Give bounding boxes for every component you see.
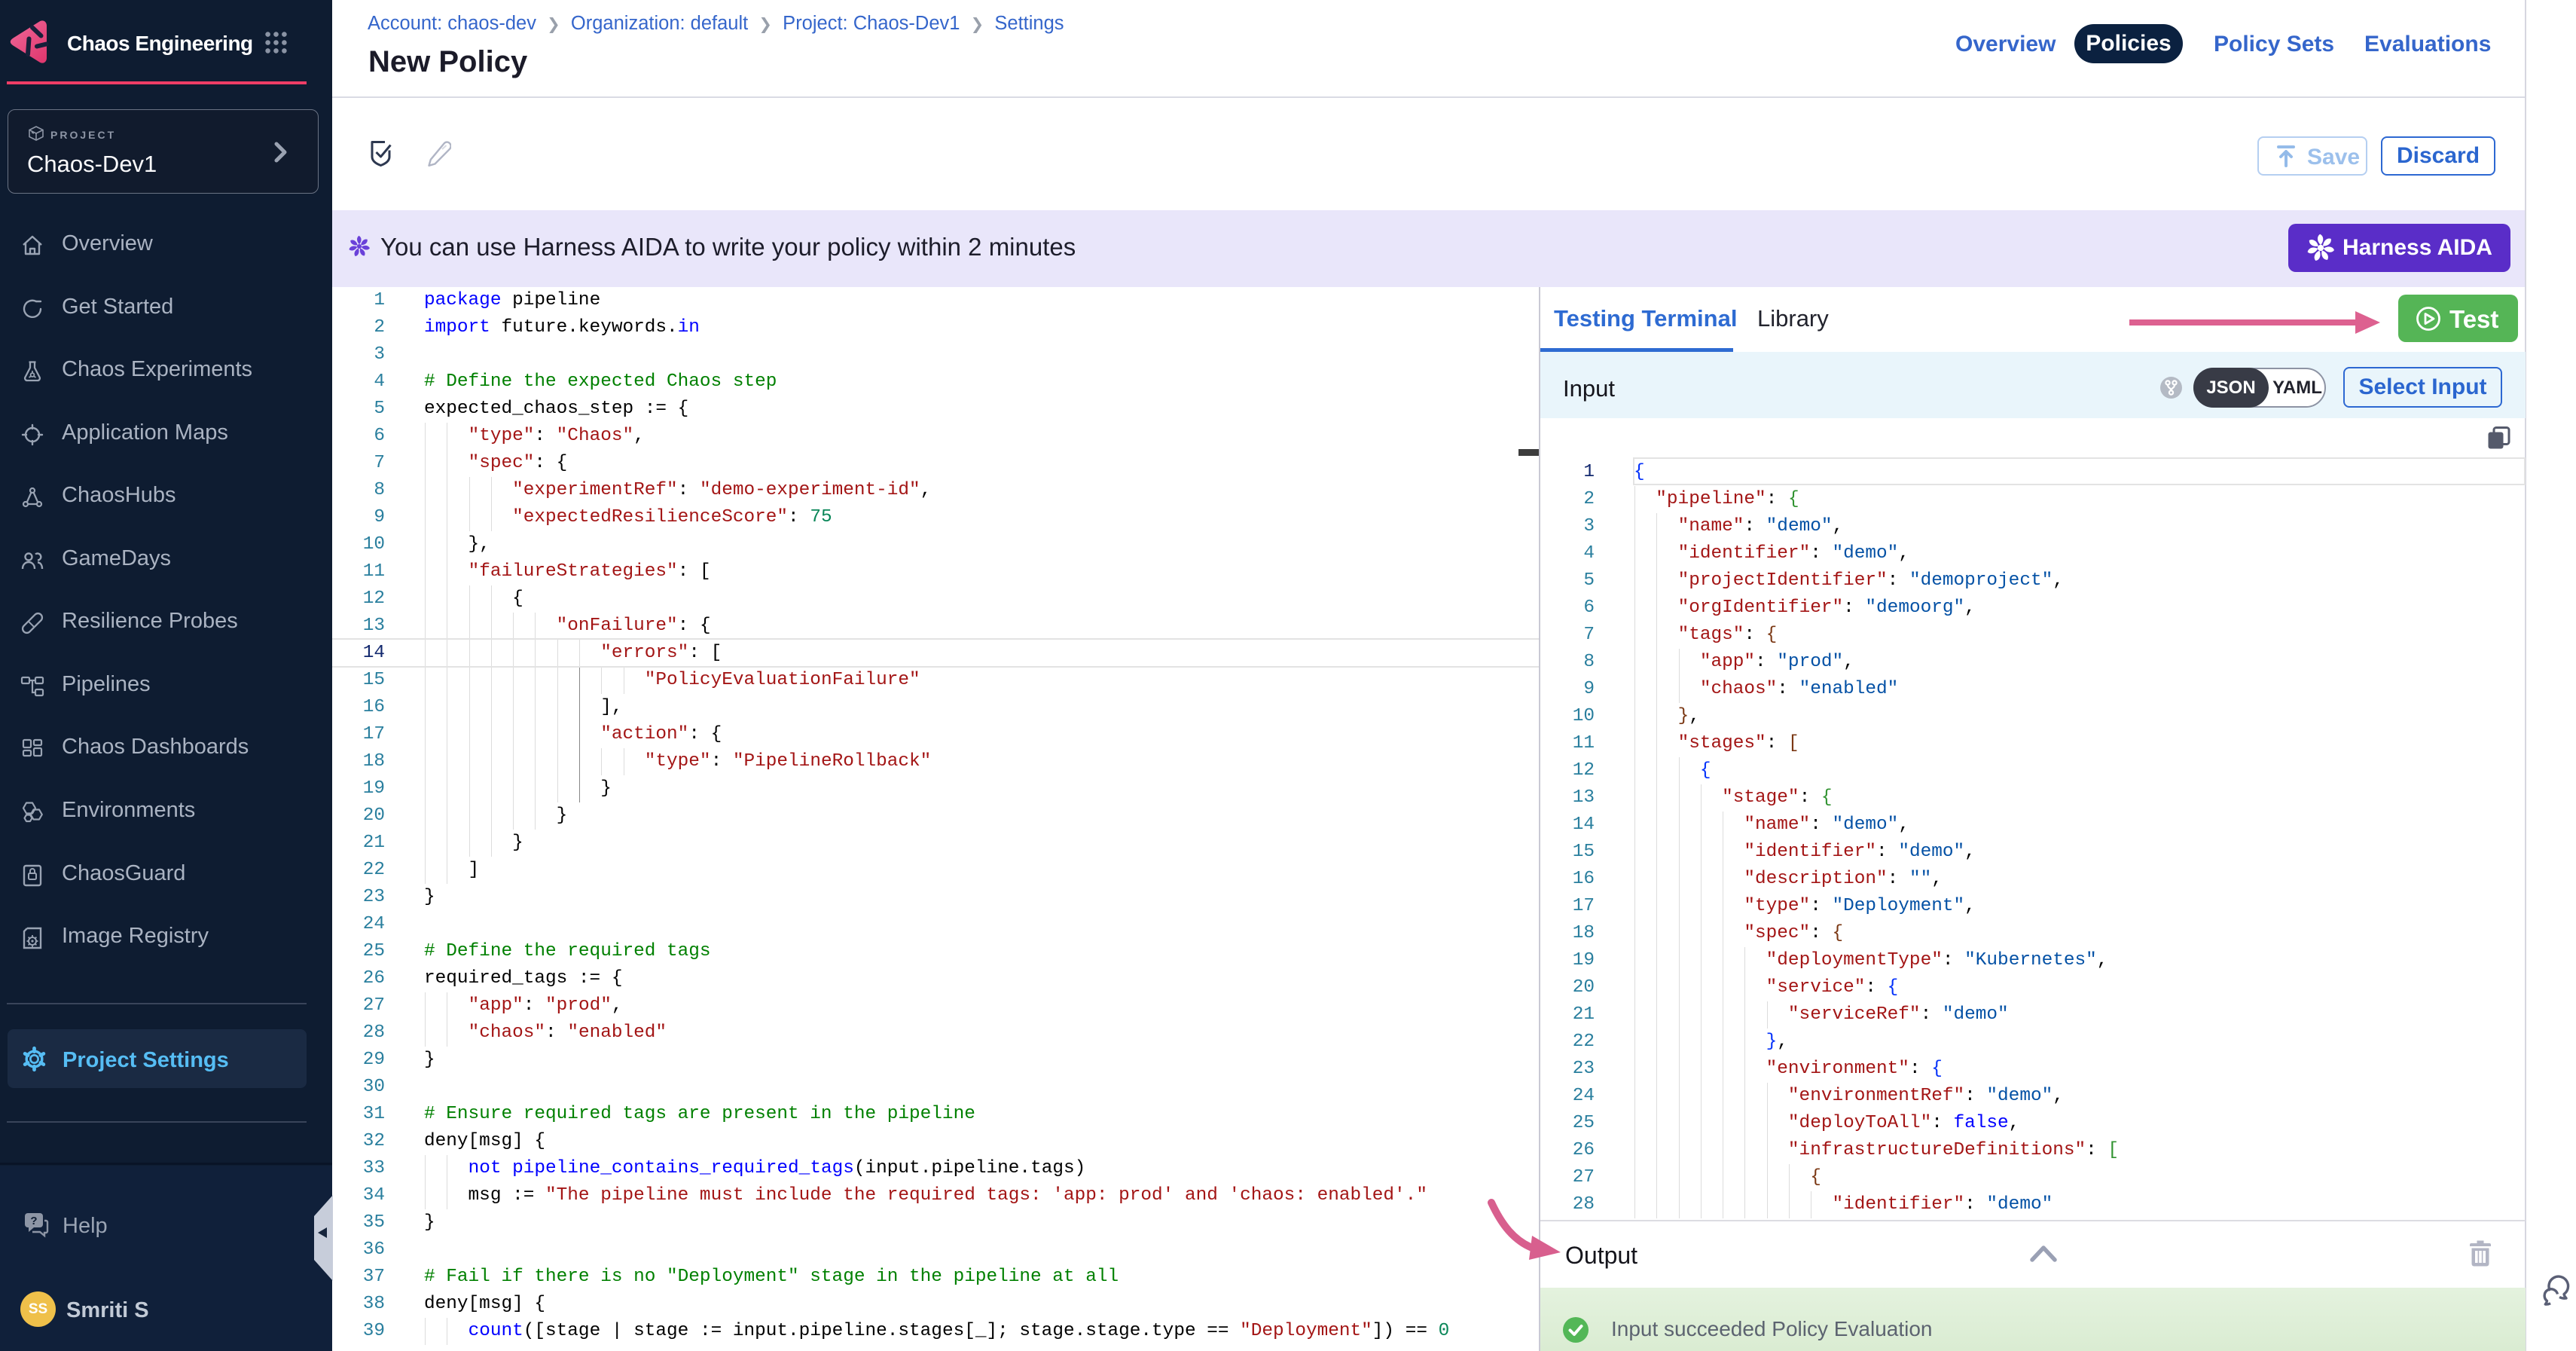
svg-text:?: ? xyxy=(30,1215,37,1227)
